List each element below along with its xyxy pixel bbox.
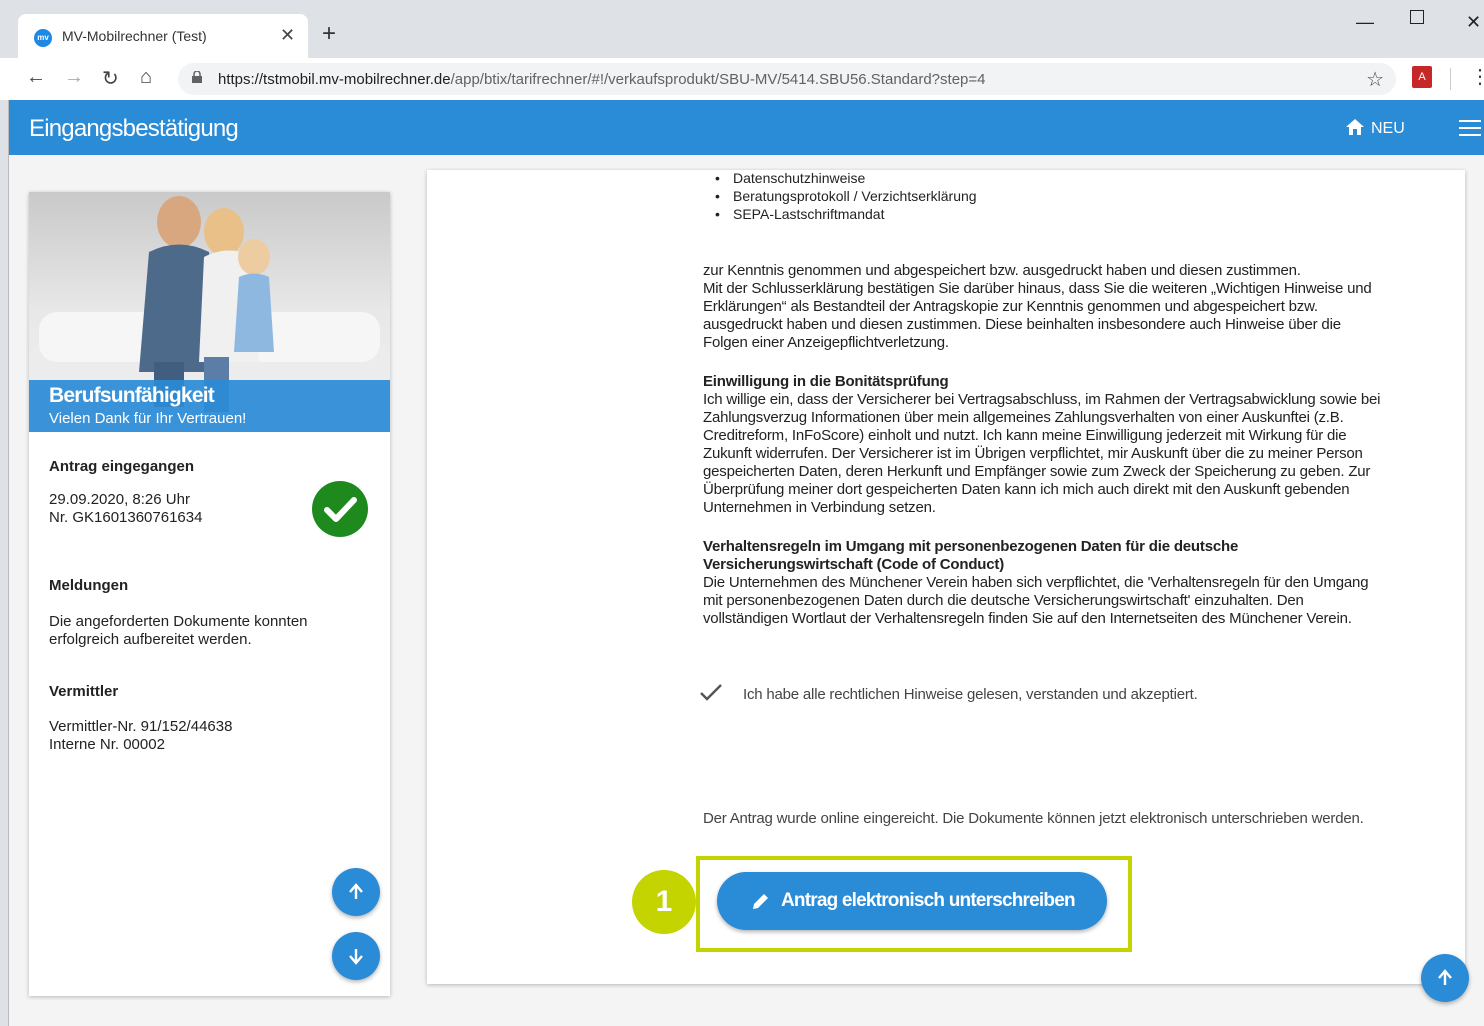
back-icon[interactable]: ← <box>26 66 46 89</box>
coc-line: Die Unternehmen des Münchener Verein hab… <box>703 574 1369 591</box>
acknowledgement-text: Ich habe alle rechtlichen Hinweise geles… <box>743 686 1198 703</box>
app-window: Eingangsbestätigung NEU Berufsunfähigkei… <box>8 100 1484 1026</box>
maximize-icon[interactable] <box>1410 10 1424 24</box>
arrow-up-icon <box>349 883 363 899</box>
browser-tab[interactable]: mv MV-Mobilrechner (Test) ✕ <box>18 14 308 58</box>
forward-icon[interactable]: → <box>64 66 84 89</box>
submitted-notice: Der Antrag wurde online eingereicht. Die… <box>703 810 1364 827</box>
scroll-down-button[interactable] <box>332 932 380 980</box>
bonitaet-line: Überprüfung meiner dort gespeicherten Da… <box>703 481 1350 498</box>
menu-icon[interactable] <box>1459 120 1481 136</box>
reload-icon[interactable]: ↻ <box>102 66 119 91</box>
window-close-icon[interactable]: ✕ <box>1466 12 1481 33</box>
antrag-date: 29.09.2020, 8:26 Uhr <box>49 491 190 508</box>
meldungen-line-1: Die angeforderten Dokumente konnten <box>49 613 308 630</box>
vermittler-number: Vermittler-Nr. 91/152/44638 <box>49 718 233 735</box>
neu-button[interactable]: NEU <box>1345 118 1405 138</box>
family-photo: Berufsunfähigkeit Vielen Dank für Ihr Ve… <box>29 192 390 432</box>
vermittler-heading: Vermittler <box>49 683 119 700</box>
consent-line: zur Kenntnis genommen und abgespeichert … <box>703 262 1301 279</box>
bonitaet-line: gespeicherten Daten, deren Herkunft und … <box>703 463 1371 480</box>
coc-line: mit personenbezogenen Daten durch die de… <box>703 592 1304 609</box>
scroll-top-button[interactable] <box>1421 954 1469 1002</box>
lock-icon <box>192 71 202 83</box>
new-tab-icon[interactable]: + <box>322 22 336 46</box>
meldungen-heading: Meldungen <box>49 577 129 594</box>
bookmark-star-icon[interactable]: ☆ <box>1366 67 1384 92</box>
thank-you-text: Vielen Dank für Ihr Vertrauen! <box>49 410 247 427</box>
browser-toolbar: ← → ↻ ⌂ https://tstmobil.mv-mobilrechner… <box>0 58 1484 100</box>
acknowledged-check-icon[interactable] <box>699 682 723 702</box>
bullet-item: Datenschutzhinweise <box>715 170 865 186</box>
scroll-up-button[interactable] <box>332 868 380 916</box>
favicon-icon: mv <box>34 29 52 47</box>
consent-line: Folgen einer Anzeigepflichtverletzung. <box>703 334 949 351</box>
app-header: Eingangsbestätigung NEU <box>9 100 1484 155</box>
url-text: https://tstmobil.mv-mobilrechner.de/app/… <box>218 71 986 88</box>
step-badge: 1 <box>632 870 696 934</box>
bullet-item: Beratungsprotokoll / Verzichtserklärung <box>715 188 977 204</box>
coc-heading: Verhaltensregeln im Umgang mit personenb… <box>703 538 1239 555</box>
bonitaet-line: Unternehmen in Verbindung setzen. <box>703 499 936 516</box>
arrow-down-icon <box>349 949 363 965</box>
consent-line: ausgedruckt haben und diesen zustimmen. … <box>703 316 1341 333</box>
address-bar[interactable]: https://tstmobil.mv-mobilrechner.de/app/… <box>178 63 1396 95</box>
success-check-icon <box>312 481 368 537</box>
antrag-number: Nr. GK1601360761634 <box>49 509 203 526</box>
coc-heading: Versicherungswirtschaft (Code of Conduct… <box>703 556 1004 573</box>
pdf-extension-icon[interactable]: A <box>1412 66 1432 88</box>
sign-electronically-button[interactable]: Antrag elektronisch unterschreiben <box>717 872 1107 930</box>
hero-banner: Berufsunfähigkeit Vielen Dank für Ihr Ve… <box>29 380 390 432</box>
summary-card: Berufsunfähigkeit Vielen Dank für Ihr Ve… <box>29 192 390 996</box>
consent-line: Erklärungen“ als Bestandteil der Antrags… <box>703 298 1318 315</box>
tab-title: MV-Mobilrechner (Test) <box>62 28 207 44</box>
antrag-heading: Antrag eingegangen <box>49 458 195 475</box>
pencil-icon <box>753 894 768 909</box>
tab-close-icon[interactable]: ✕ <box>280 25 295 46</box>
interne-number: Interne Nr. 00002 <box>49 736 165 753</box>
bullet-item: SEPA-Lastschriftmandat <box>715 206 885 222</box>
bonitaet-line: Ich willige ein, dass der Versicherer be… <box>703 391 1381 408</box>
bonitaet-heading: Einwilligung in die Bonitätsprüfung <box>703 373 949 390</box>
bonitaet-line: Zukunft widerrufen. Der Versicherer ist … <box>703 445 1363 462</box>
browser-tabbar: mv MV-Mobilrechner (Test) ✕ + — ✕ <box>0 0 1484 58</box>
coc-line: vollständigen Wortlaut der Verhaltensreg… <box>703 610 1352 627</box>
toolbar-divider <box>1450 68 1451 90</box>
home-icon[interactable]: ⌂ <box>140 66 152 89</box>
bonitaet-line: Creditreform, InFoScore) einholt und nut… <box>703 427 1347 444</box>
browser-menu-icon[interactable]: ⋮ <box>1470 64 1484 89</box>
product-title: Berufsunfähigkeit <box>49 384 215 407</box>
page-title: Eingangsbestätigung <box>29 115 239 142</box>
bonitaet-line: Zahlungsverzug Informationen über mein a… <box>703 409 1344 426</box>
legal-content-panel: Datenschutzhinweise Beratungsprotokoll /… <box>427 170 1465 984</box>
home-icon <box>1346 119 1364 135</box>
arrow-up-icon <box>1438 969 1452 985</box>
minimize-icon[interactable]: — <box>1356 12 1374 33</box>
meldungen-line-2: erfolgreich aufbereitet werden. <box>49 631 252 648</box>
consent-line: Mit der Schlusserklärung bestätigen Sie … <box>703 280 1372 297</box>
